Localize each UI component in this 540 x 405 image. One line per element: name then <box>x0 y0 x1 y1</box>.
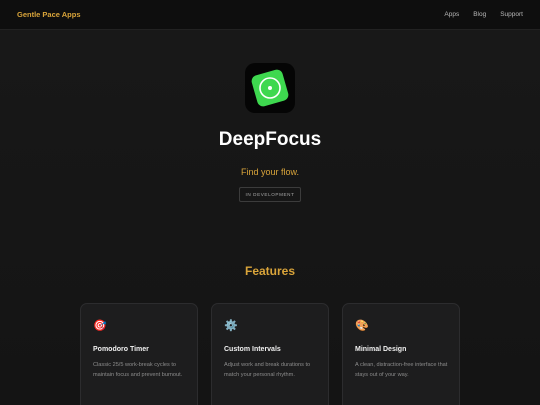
feature-description: Adjust work and break durations to match… <box>224 362 311 378</box>
brand-logo[interactable]: Gentle Pace Apps <box>17 10 81 19</box>
feature-description: Classic 25/5 work-break cycles to mainta… <box>93 362 183 378</box>
target-icon: 🎯 <box>93 320 107 332</box>
feature-title: Minimal Design <box>355 346 407 353</box>
gear-icon: ⚙️ <box>224 320 238 332</box>
top-nav: Gentle Pace Apps Apps Blog Support <box>0 0 540 30</box>
nav-link-blog[interactable]: Blog <box>473 11 486 18</box>
feature-title: Pomodoro Timer <box>93 346 149 353</box>
app-title: DeepFocus <box>218 129 322 150</box>
feature-card-design: 🎨 Minimal Design A clean, distraction-fr… <box>342 303 460 405</box>
feature-card-pomodoro: 🎯 Pomodoro Timer Classic 25/5 work-break… <box>80 303 198 405</box>
palette-icon: 🎨 <box>355 320 369 332</box>
nav-links: Apps Blog Support <box>444 11 523 18</box>
feature-description: A clean, distraction-free interface that… <box>355 362 448 378</box>
focus-target-icon <box>245 63 295 113</box>
hero-section: DeepFocus Find your flow. IN DEVELOPMENT… <box>0 30 540 405</box>
nav-link-support[interactable]: Support <box>500 11 523 18</box>
feature-title: Custom Intervals <box>224 346 281 353</box>
nav-link-apps[interactable]: Apps <box>444 11 459 18</box>
feature-card-intervals: ⚙️ Custom Intervals Adjust work and brea… <box>211 303 329 405</box>
features-heading: Features <box>244 264 296 278</box>
status-badge: IN DEVELOPMENT <box>239 187 301 202</box>
app-tagline: Find your flow. <box>240 167 300 177</box>
